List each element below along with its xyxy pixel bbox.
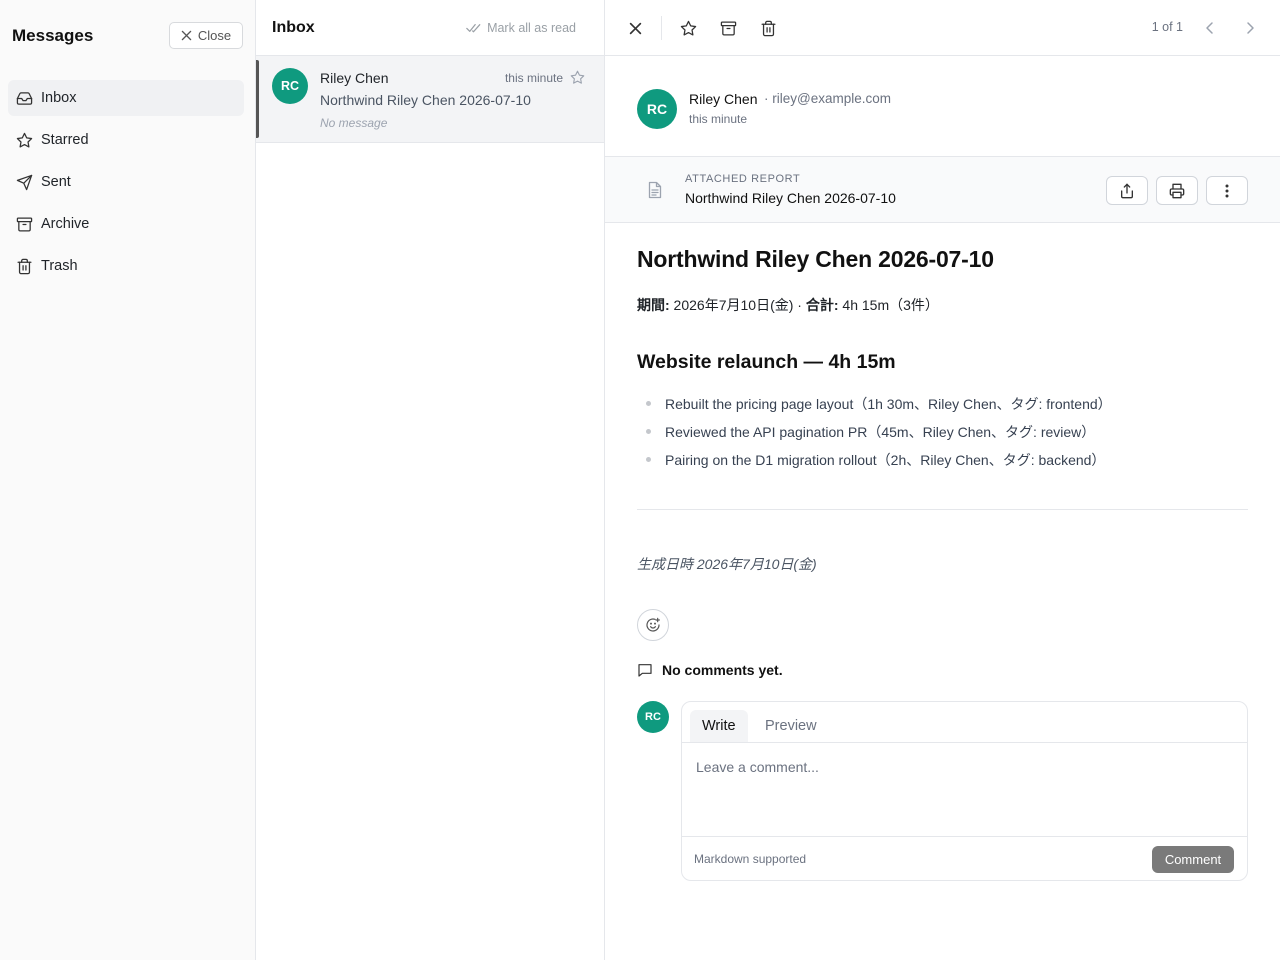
star-icon[interactable] bbox=[570, 70, 585, 85]
inbox-header: Inbox Mark all as read bbox=[256, 0, 604, 56]
add-reaction-button[interactable] bbox=[637, 609, 669, 641]
sender-name: Riley Chen bbox=[689, 91, 758, 107]
report-title: Northwind Riley Chen 2026-07-10 bbox=[637, 246, 994, 272]
print-button[interactable] bbox=[1156, 176, 1198, 205]
inbox-list: Inbox Mark all as read RC Riley Chen thi… bbox=[256, 0, 605, 960]
close-icon bbox=[181, 30, 192, 41]
reader-toolbar: 1 of 1 bbox=[605, 0, 1280, 56]
attachment-bar: ATTACHED REPORT Northwind Riley Chen 202… bbox=[605, 157, 1280, 223]
message-subject: Northwind Riley Chen 2026-07-10 bbox=[320, 92, 531, 108]
comment-composer: Write Preview Markdown supported Comment bbox=[681, 701, 1248, 881]
no-comments: No comments yet. bbox=[637, 662, 783, 678]
avatar: RC bbox=[637, 89, 677, 129]
avatar: RC bbox=[272, 68, 308, 104]
chevron-right-icon[interactable] bbox=[1242, 20, 1258, 36]
comment-icon bbox=[637, 662, 653, 678]
sidebar-item-trash[interactable]: Trash bbox=[8, 248, 244, 284]
markdown-note: Markdown supported bbox=[694, 852, 807, 866]
more-options-button[interactable] bbox=[1206, 176, 1248, 205]
period-value: 2026年7月10日(金) · bbox=[669, 297, 806, 313]
trash-icon[interactable] bbox=[758, 18, 778, 38]
sidebar-item-archive[interactable]: Archive bbox=[8, 206, 244, 242]
sender-header: RC Riley Chen · riley@example.com this m… bbox=[605, 56, 1280, 157]
sidebar-item-starred[interactable]: Starred bbox=[8, 122, 244, 158]
sidebar-item-label: Archive bbox=[41, 216, 90, 232]
section-title: Website relaunch — 4h 15m bbox=[637, 351, 896, 373]
send-icon bbox=[16, 174, 33, 191]
report-meta: 期間: 2026年7月10日(金) · 合計: 4h 15m（3件） bbox=[637, 295, 1248, 315]
sidebar-item-label: Trash bbox=[41, 258, 78, 274]
inbox-title: Inbox bbox=[272, 18, 315, 36]
list-item: Pairing on the D1 migration rollout（2h、R… bbox=[637, 450, 1248, 478]
archive-icon[interactable] bbox=[718, 18, 738, 38]
share-icon bbox=[1119, 183, 1135, 199]
star-icon bbox=[16, 132, 33, 149]
sidebar-nav: Inbox Starred Sent Archive Trash bbox=[8, 80, 244, 290]
close-icon[interactable] bbox=[625, 18, 645, 38]
list-item: Reviewed the API pagination PR（45m、Riley… bbox=[637, 422, 1248, 450]
inbox-icon bbox=[16, 90, 33, 107]
pager-label: 1 of 1 bbox=[1151, 20, 1183, 34]
task-list: Rebuilt the pricing page layout（1h 30m、R… bbox=[637, 394, 1248, 478]
trash-icon bbox=[16, 258, 33, 275]
document-icon bbox=[647, 181, 663, 199]
message-preview: No message bbox=[320, 116, 388, 130]
sidebar-title: Messages bbox=[12, 26, 94, 45]
sidebar-item-label: Sent bbox=[41, 174, 71, 190]
close-button-label: Close bbox=[197, 28, 232, 43]
attachment-label: ATTACHED REPORT bbox=[685, 173, 801, 185]
printer-icon bbox=[1169, 183, 1185, 199]
smiley-plus-icon bbox=[645, 617, 661, 633]
no-comments-label: No comments yet. bbox=[662, 662, 783, 678]
period-label: 期間: bbox=[637, 297, 670, 313]
close-button[interactable]: Close bbox=[169, 22, 243, 49]
list-item[interactable]: RC Riley Chen this minute Northwind Rile… bbox=[256, 56, 604, 143]
total-value: 4h 15m（3件） bbox=[838, 297, 939, 313]
sidebar-item-inbox[interactable]: Inbox bbox=[8, 80, 244, 116]
mark-all-read-label: Mark all as read bbox=[487, 20, 576, 35]
attachment-title[interactable]: Northwind Riley Chen 2026-07-10 bbox=[685, 190, 896, 206]
sent-time: this minute bbox=[689, 112, 748, 126]
tab-preview[interactable]: Preview bbox=[753, 710, 829, 742]
avatar: RC bbox=[637, 701, 669, 733]
share-button[interactable] bbox=[1106, 176, 1148, 205]
report-content: Northwind Riley Chen 2026-07-10 期間: 2026… bbox=[637, 246, 1248, 574]
sidebar-item-sent[interactable]: Sent bbox=[8, 164, 244, 200]
sender-email: · riley@example.com bbox=[764, 91, 891, 106]
sidebar-item-label: Starred bbox=[41, 132, 89, 148]
more-vertical-icon bbox=[1219, 183, 1235, 199]
mark-all-read-button[interactable]: Mark all as read bbox=[466, 21, 576, 35]
message-sender: Riley Chen bbox=[320, 70, 389, 86]
divider bbox=[637, 509, 1248, 510]
composer-footer: Markdown supported Comment bbox=[682, 836, 1247, 880]
tab-write[interactable]: Write bbox=[690, 710, 748, 742]
comment-button[interactable]: Comment bbox=[1152, 846, 1234, 873]
toolbar-divider bbox=[661, 16, 662, 40]
double-check-icon bbox=[466, 22, 481, 34]
sidebar-item-label: Inbox bbox=[41, 90, 77, 106]
list-item: Rebuilt the pricing page layout（1h 30m、R… bbox=[637, 394, 1248, 422]
generated-timestamp: 生成日時 2026年7月10日(金) bbox=[637, 556, 817, 572]
message-time: this minute bbox=[504, 71, 563, 85]
archive-icon bbox=[16, 216, 33, 233]
star-icon[interactable] bbox=[678, 18, 698, 38]
chevron-left-icon[interactable] bbox=[1202, 20, 1218, 36]
sidebar: Messages Close Inbox Starred Sent Archiv… bbox=[0, 0, 256, 960]
comment-input[interactable] bbox=[682, 743, 1247, 836]
messages-app: Messages Close Inbox Starred Sent Archiv… bbox=[0, 0, 1280, 960]
total-label: 合計: bbox=[805, 297, 839, 313]
composer-tabs: Write Preview bbox=[682, 702, 1247, 743]
